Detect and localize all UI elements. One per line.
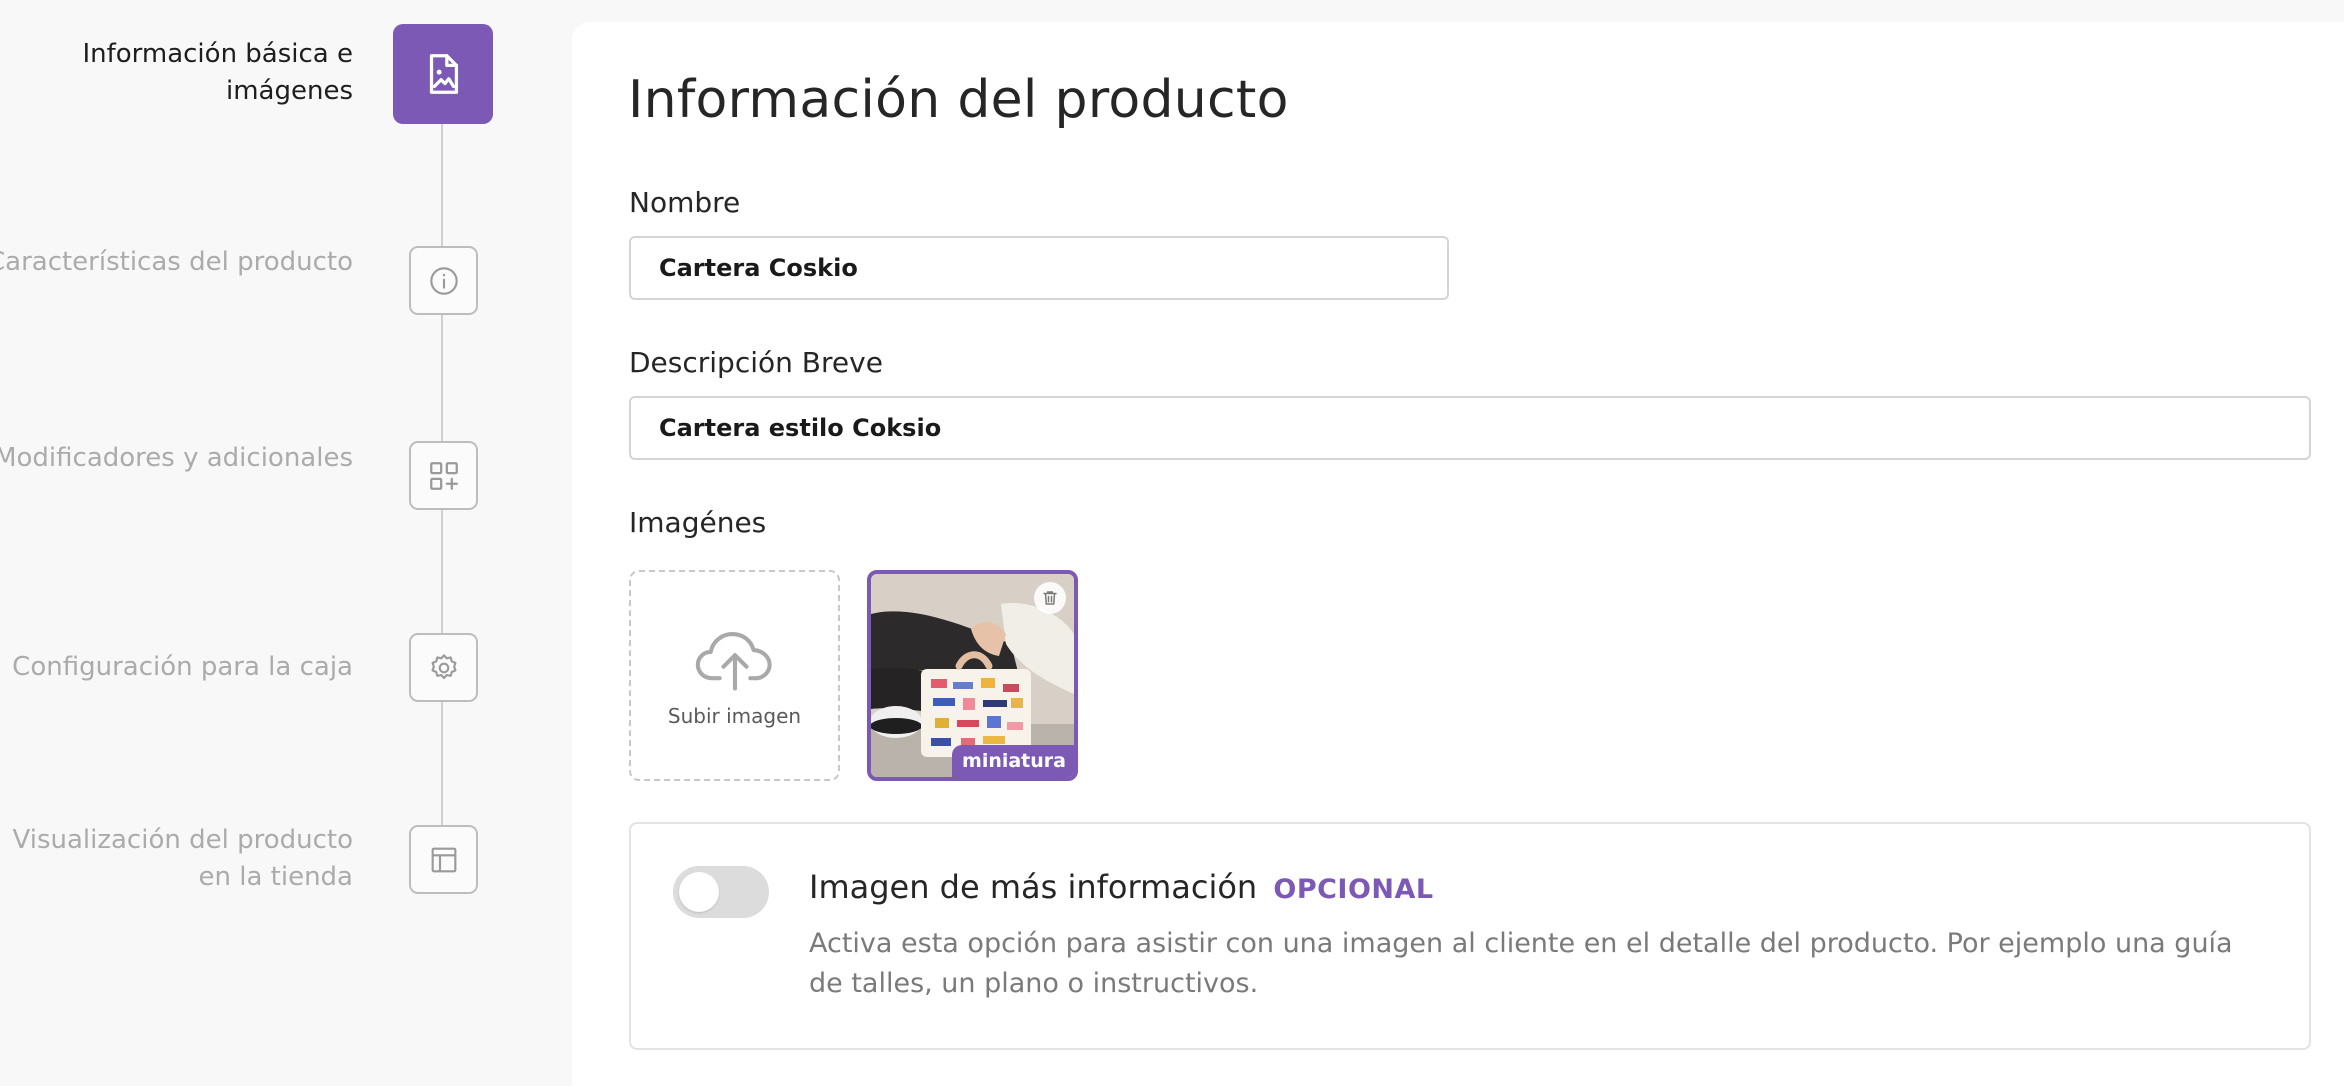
step-store-display-button[interactable] — [409, 825, 478, 894]
name-label: Nombre — [629, 186, 741, 219]
step-basic-info-button[interactable] — [393, 24, 493, 124]
description-input[interactable] — [629, 396, 2311, 460]
step-cash-register-button[interactable] — [409, 633, 478, 702]
extra-info-title: Imagen de más información OPCIONAL — [809, 868, 1434, 906]
extra-info-toggle[interactable] — [673, 866, 769, 918]
optional-tag: OPCIONAL — [1273, 874, 1434, 905]
page-title: Información del producto — [628, 70, 1289, 130]
step-label-store-display[interactable]: Visualización del producto en la tienda — [0, 822, 354, 896]
name-input[interactable] — [629, 236, 1449, 300]
extra-info-description: Activa esta opción para asistir con una … — [809, 928, 2233, 999]
toggle-knob — [679, 872, 719, 912]
step-characteristics-button[interactable] — [409, 246, 478, 315]
step-navigation: Información básica e imágenes Caracterís… — [0, 0, 572, 1086]
upload-image-button[interactable]: Subir imagen — [629, 570, 840, 781]
info-icon — [429, 266, 458, 295]
gear-icon — [430, 653, 457, 679]
product-form-card: Información del producto Nombre Descripc… — [572, 22, 2344, 1086]
step-label-modifiers[interactable]: Modificadores y adicionales — [0, 440, 353, 477]
product-thumbnail[interactable]: miniatura — [867, 570, 1078, 781]
trash-icon — [1043, 591, 1057, 605]
upload-image-label: Subir imagen — [667, 703, 802, 728]
images-label: Imagénes — [629, 506, 767, 539]
step-label-basic-info[interactable]: Información básica e imágenes — [0, 36, 353, 110]
cloud-upload-icon — [695, 631, 772, 691]
extra-info-card: Imagen de más información OPCIONAL Activ… — [629, 822, 2311, 1050]
step-label-characteristics[interactable]: Características del producto — [0, 244, 353, 281]
layout-icon — [431, 847, 456, 872]
description-label: Descripción Breve — [629, 346, 883, 379]
extra-info-title-text: Imagen de más información — [809, 868, 1258, 906]
image-file-icon — [429, 54, 459, 94]
thumbnail-badge: miniatura — [952, 745, 1074, 777]
grid-add-icon — [429, 461, 458, 490]
step-modifiers-button[interactable] — [409, 441, 478, 510]
delete-image-button[interactable] — [1034, 582, 1066, 614]
step-label-cash-register[interactable]: Configuración para la caja — [0, 649, 353, 686]
